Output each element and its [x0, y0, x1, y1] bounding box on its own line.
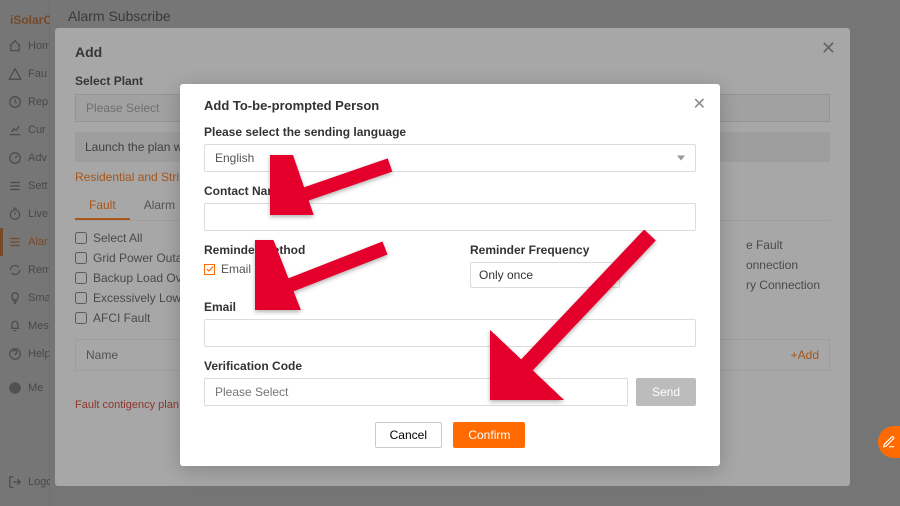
contact-name-input[interactable] — [204, 203, 696, 231]
add-person-modal: ✕ Add To-be-prompted Person Please selec… — [180, 84, 720, 466]
email-input[interactable] — [204, 319, 696, 347]
cancel-button[interactable]: Cancel — [375, 422, 442, 448]
language-select[interactable]: English — [204, 144, 696, 172]
method-email-checkbox[interactable]: Email — [204, 262, 430, 276]
verification-code-input[interactable] — [204, 378, 628, 406]
person-modal-title: Add To-be-prompted Person — [204, 98, 696, 113]
email-label: Email — [204, 300, 696, 314]
reminder-freq-label: Reminder Frequency — [470, 243, 696, 257]
reminder-freq-select[interactable]: Only once — [470, 262, 620, 288]
language-label: Please select the sending language — [204, 125, 696, 139]
reminder-method-label: Reminder Method — [204, 243, 430, 257]
verification-code-label: Verification Code — [204, 359, 696, 373]
close-icon[interactable]: ✕ — [693, 94, 706, 114]
confirm-button[interactable]: Confirm — [453, 422, 525, 448]
contact-name-label: Contact Name — [204, 184, 696, 198]
send-code-button[interactable]: Send — [636, 378, 696, 406]
